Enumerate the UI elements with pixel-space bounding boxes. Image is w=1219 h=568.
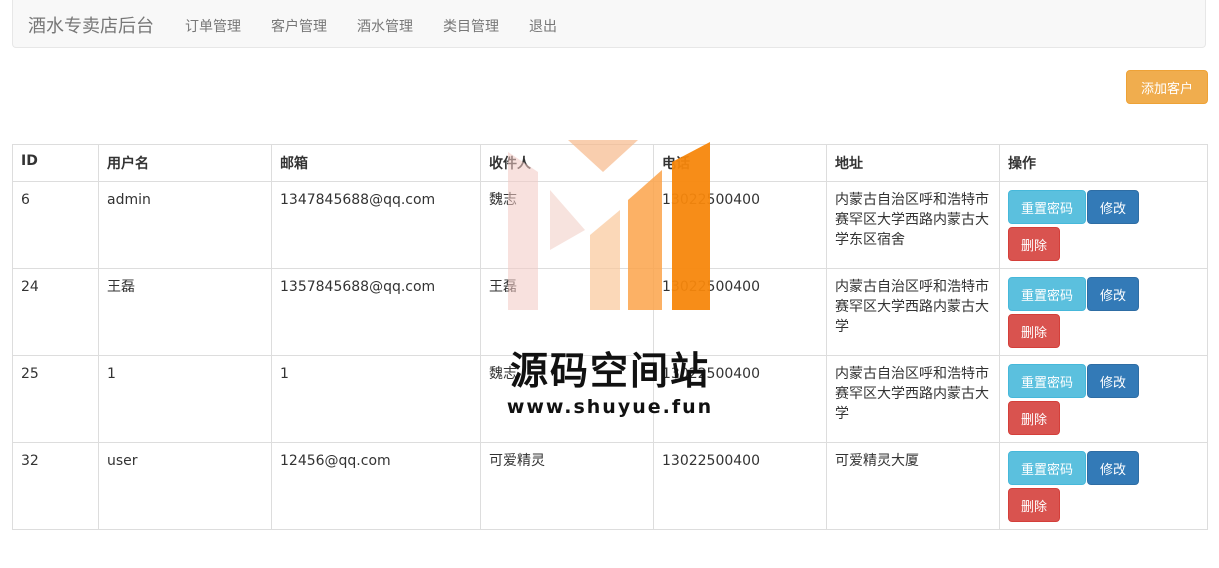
table-row: 32 user 12456@qq.com 可爱精灵 13022500400 可爱… xyxy=(12,442,1208,530)
cell-username: user xyxy=(98,442,272,530)
cell-address: 内蒙古自治区呼和浩特市赛罕区大学西路内蒙古大学东区宿舍 xyxy=(826,181,1000,269)
table-row: 24 王磊 1357845688@qq.com 王磊 13022500400 内… xyxy=(12,268,1208,356)
add-customer-button[interactable]: 添加客户 xyxy=(1126,70,1208,104)
brand-title[interactable]: 酒水专卖店后台 xyxy=(28,12,154,38)
edit-button[interactable]: 修改 xyxy=(1087,364,1140,398)
table-header-row: ID 用户名 邮箱 收件人 电话 地址 操作 xyxy=(12,144,1208,182)
reset-password-button[interactable]: 重置密码 xyxy=(1008,451,1087,485)
header-phone: 电话 xyxy=(653,144,827,182)
edit-button[interactable]: 修改 xyxy=(1087,451,1140,485)
nav-menu: 订单管理 客户管理 酒水管理 类目管理 退出 xyxy=(185,16,587,36)
cell-email: 12456@qq.com xyxy=(271,442,481,530)
reset-password-button[interactable]: 重置密码 xyxy=(1008,277,1087,311)
header-recipient: 收件人 xyxy=(480,144,654,182)
cell-actions: 重置密码 修改 删除 xyxy=(999,268,1208,356)
nav-item-categories[interactable]: 类目管理 xyxy=(443,16,499,36)
reset-password-button[interactable]: 重置密码 xyxy=(1008,190,1087,224)
cell-phone: 13022500400 xyxy=(653,181,827,269)
cell-phone: 13022500400 xyxy=(653,442,827,530)
edit-button[interactable]: 修改 xyxy=(1087,277,1140,311)
table-row: 25 1 1 魏志 13022500400 内蒙古自治区呼和浩特市赛罕区大学西路… xyxy=(12,355,1208,443)
delete-button[interactable]: 删除 xyxy=(1008,314,1061,348)
cell-phone: 13022500400 xyxy=(653,355,827,443)
cell-email: 1 xyxy=(271,355,481,443)
nav-item-orders[interactable]: 订单管理 xyxy=(185,16,241,36)
nav-item-liquor[interactable]: 酒水管理 xyxy=(357,16,413,36)
header-username: 用户名 xyxy=(98,144,272,182)
cell-email: 1357845688@qq.com xyxy=(271,268,481,356)
edit-button[interactable]: 修改 xyxy=(1087,190,1140,224)
cell-username: 1 xyxy=(98,355,272,443)
nav-item-customers[interactable]: 客户管理 xyxy=(271,16,327,36)
cell-email: 1347845688@qq.com xyxy=(271,181,481,269)
table-row: 6 admin 1347845688@qq.com 魏志 13022500400… xyxy=(12,181,1208,269)
header-email: 邮箱 xyxy=(271,144,481,182)
cell-username: 王磊 xyxy=(98,268,272,356)
cell-actions: 重置密码 修改 删除 xyxy=(999,442,1208,530)
cell-id: 32 xyxy=(12,442,99,530)
reset-password-button[interactable]: 重置密码 xyxy=(1008,364,1087,398)
cell-address: 内蒙古自治区呼和浩特市赛罕区大学西路内蒙古大学 xyxy=(826,355,1000,443)
navbar: 酒水专卖店后台 订单管理 客户管理 酒水管理 类目管理 退出 xyxy=(12,0,1206,48)
header-id: ID xyxy=(12,144,99,182)
cell-id: 6 xyxy=(12,181,99,269)
delete-button[interactable]: 删除 xyxy=(1008,401,1061,435)
cell-id: 25 xyxy=(12,355,99,443)
header-actions: 操作 xyxy=(999,144,1208,182)
cell-recipient: 魏志 xyxy=(480,181,654,269)
cell-actions: 重置密码 修改 删除 xyxy=(999,181,1208,269)
cell-recipient: 可爱精灵 xyxy=(480,442,654,530)
cell-address: 内蒙古自治区呼和浩特市赛罕区大学西路内蒙古大学 xyxy=(826,268,1000,356)
nav-item-logout[interactable]: 退出 xyxy=(529,16,557,36)
customer-table: ID 用户名 邮箱 收件人 电话 地址 操作 6 admin 134784568… xyxy=(12,144,1208,530)
cell-phone: 13022500400 xyxy=(653,268,827,356)
cell-recipient: 魏志 xyxy=(480,355,654,443)
cell-address: 可爱精灵大厦 xyxy=(826,442,1000,530)
delete-button[interactable]: 删除 xyxy=(1008,488,1061,522)
cell-actions: 重置密码 修改 删除 xyxy=(999,355,1208,443)
delete-button[interactable]: 删除 xyxy=(1008,227,1061,261)
cell-recipient: 王磊 xyxy=(480,268,654,356)
header-address: 地址 xyxy=(826,144,1000,182)
cell-username: admin xyxy=(98,181,272,269)
cell-id: 24 xyxy=(12,268,99,356)
